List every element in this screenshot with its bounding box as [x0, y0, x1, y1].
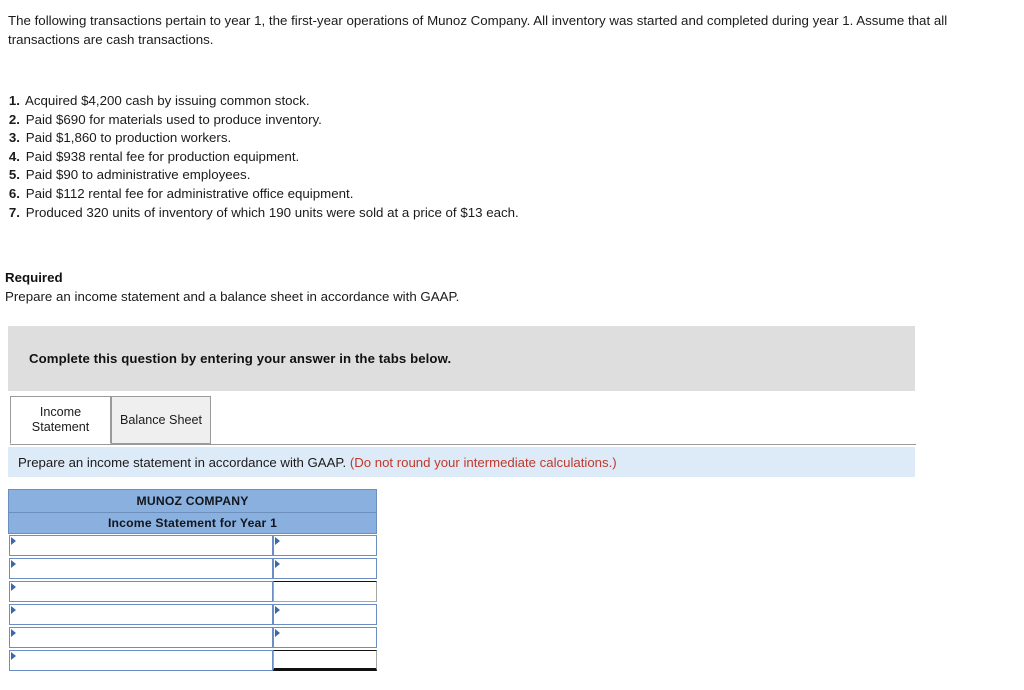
statement-amount-value	[274, 582, 376, 584]
dropdown-caret-icon[interactable]	[10, 582, 16, 591]
tab-strip-baseline	[10, 444, 916, 445]
transaction-item: 1. Acquired $4,200 cash by issuing commo…	[5, 92, 825, 111]
tab-income-statement[interactable]: Income Statement	[10, 396, 111, 444]
transaction-text: Paid $112 rental fee for administrative …	[25, 185, 354, 201]
instruction-bar: Prepare an income statement in accordanc…	[8, 447, 915, 477]
required-text: Prepare an income statement and a balanc…	[5, 288, 460, 304]
statement-amount-input[interactable]	[272, 603, 377, 625]
transaction-item: 3. Paid $1,860 to production workers.	[5, 129, 825, 148]
transaction-list: 1. Acquired $4,200 cash by issuing commo…	[5, 92, 825, 222]
statement-label-input[interactable]	[8, 557, 273, 579]
table-row	[8, 534, 377, 557]
statement-label-cell	[8, 534, 273, 557]
required-heading: Required	[5, 270, 63, 285]
dropdown-caret-icon[interactable]	[274, 628, 280, 637]
statement-amount-cell	[272, 534, 377, 557]
statement-label-cell	[8, 626, 273, 649]
transaction-text: Paid $938 rental fee for production equi…	[25, 148, 300, 164]
transaction-text: Produced 320 units of inventory of which…	[25, 204, 519, 220]
statement-label-value	[10, 651, 272, 653]
statement-company-header: MUNOZ COMPANY	[8, 489, 377, 513]
table-row	[8, 580, 377, 603]
tab-balance-sheet-label: Balance Sheet	[120, 412, 202, 427]
statement-amount-input[interactable]	[272, 649, 377, 671]
statement-amount-cell	[272, 649, 377, 672]
statement-label-input[interactable]	[8, 580, 273, 602]
tab-strip: Income Statement Balance Sheet	[0, 396, 916, 445]
transaction-number: 6.	[8, 185, 20, 201]
dropdown-caret-icon[interactable]	[10, 651, 16, 660]
statement-label-input[interactable]	[8, 534, 273, 556]
dropdown-caret-icon[interactable]	[10, 605, 16, 614]
table-row	[8, 626, 377, 649]
statement-label-cell	[8, 580, 273, 603]
statement-label-value	[10, 605, 272, 607]
complete-question-text: Complete this question by entering your …	[29, 351, 452, 366]
transaction-text: Paid $690 for materials used to produce …	[25, 111, 322, 127]
tab-income-statement-label: Income Statement	[31, 405, 90, 434]
instruction-text: Prepare an income statement in accordanc…	[18, 454, 347, 470]
statement-label-cell	[8, 649, 273, 672]
statement-amount-value	[274, 651, 376, 653]
transaction-item: 5. Paid $90 to administrative employees.	[5, 166, 825, 185]
transaction-number: 7.	[8, 204, 20, 220]
statement-amount-input[interactable]	[272, 557, 377, 579]
table-row	[8, 603, 377, 626]
transaction-item: 7. Produced 320 units of inventory of wh…	[5, 204, 825, 223]
transaction-text: Acquired $4,200 cash by issuing common s…	[24, 93, 310, 108]
dropdown-caret-icon[interactable]	[274, 559, 280, 568]
statement-label-cell	[8, 603, 273, 626]
statement-label-input[interactable]	[8, 603, 273, 625]
transaction-item: 4. Paid $938 rental fee for production e…	[5, 148, 825, 167]
transaction-item: 2. Paid $690 for materials used to produ…	[5, 111, 825, 130]
dropdown-caret-icon[interactable]	[274, 605, 280, 614]
statement-amount-value	[274, 605, 376, 607]
tab-balance-sheet[interactable]: Balance Sheet	[111, 396, 211, 444]
statement-amount-cell	[272, 626, 377, 649]
dropdown-caret-icon[interactable]	[274, 536, 280, 545]
table-row	[8, 649, 377, 672]
dropdown-caret-icon[interactable]	[10, 628, 16, 637]
statement-amount-value	[274, 536, 376, 538]
transaction-item: 6. Paid $112 rental fee for administrati…	[5, 185, 825, 204]
dropdown-caret-icon[interactable]	[10, 536, 16, 545]
required-section: Required Prepare an income statement and…	[5, 269, 905, 306]
statement-amount-input[interactable]	[272, 534, 377, 556]
statement-amount-cell	[272, 557, 377, 580]
table-row	[8, 557, 377, 580]
statement-label-input[interactable]	[8, 626, 273, 648]
statement-amount-input[interactable]	[272, 626, 377, 648]
transaction-number: 1.	[8, 93, 20, 108]
dropdown-caret-icon[interactable]	[10, 559, 16, 568]
table-header-subtitle-row: Income Statement for Year 1	[8, 512, 377, 534]
statement-label-value	[10, 536, 272, 538]
transaction-number: 2.	[8, 111, 20, 127]
statement-label-value	[10, 628, 272, 630]
statement-label-cell	[8, 557, 273, 580]
statement-amount-cell	[272, 580, 377, 603]
statement-label-value	[10, 582, 272, 584]
statement-amount-value	[274, 559, 376, 561]
income-statement-table: MUNOZ COMPANY Income Statement for Year …	[8, 489, 377, 672]
complete-question-banner: Complete this question by entering your …	[8, 326, 915, 391]
instruction-note: (Do not round your intermediate calculat…	[349, 454, 617, 470]
transaction-number: 3.	[8, 130, 20, 146]
transaction-number: 5.	[8, 167, 20, 183]
transaction-text: Paid $90 to administrative employees.	[25, 167, 251, 183]
statement-amount-input[interactable]	[272, 580, 377, 602]
table-header-company-row: MUNOZ COMPANY	[8, 489, 377, 513]
intro-paragraph: The following transactions pertain to ye…	[8, 13, 948, 47]
statement-subtitle-header: Income Statement for Year 1	[8, 512, 377, 534]
statement-amount-value	[274, 628, 376, 630]
statement-amount-cell	[272, 603, 377, 626]
statement-label-value	[10, 559, 272, 561]
transaction-number: 4.	[8, 148, 20, 164]
transaction-text: Paid $1,860 to production workers.	[25, 130, 232, 146]
instruction-text-wrap: Prepare an income statement in accordanc…	[8, 455, 617, 470]
statement-label-input[interactable]	[8, 649, 273, 671]
